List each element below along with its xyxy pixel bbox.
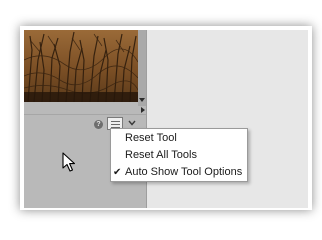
photo-thumbnail <box>24 30 138 102</box>
screenshot-frame: ? Reset Tool Reset All Tools ✔ Auto Show… <box>0 0 322 240</box>
help-icon[interactable]: ? <box>94 120 103 129</box>
menu-item-label: Auto Show Tool Options <box>125 166 243 178</box>
tool-options-icon-line <box>111 121 120 122</box>
tool-options-icon-line <box>111 124 120 125</box>
menu-item-reset-all-tools[interactable]: Reset All Tools <box>111 147 247 164</box>
checkmark-icon: ✔ <box>113 167 122 178</box>
menu-item-auto-show-tool-options[interactable]: ✔ Auto Show Tool Options <box>111 164 247 181</box>
panel-divider <box>24 114 146 115</box>
menu-item-reset-tool[interactable]: Reset Tool <box>111 130 247 147</box>
mouse-pointer-icon <box>62 152 76 172</box>
scroll-down-arrow-icon[interactable] <box>139 98 145 102</box>
image-preview <box>24 30 138 102</box>
menu-item-label: Reset Tool <box>125 132 177 144</box>
tool-options-menu: Reset Tool Reset All Tools ✔ Auto Show T… <box>110 128 248 182</box>
scroll-right-arrow-icon[interactable] <box>141 107 145 113</box>
chevron-down-icon[interactable] <box>128 120 136 126</box>
vertical-scrollbar[interactable] <box>138 30 146 106</box>
menu-item-label: Reset All Tools <box>125 149 197 161</box>
